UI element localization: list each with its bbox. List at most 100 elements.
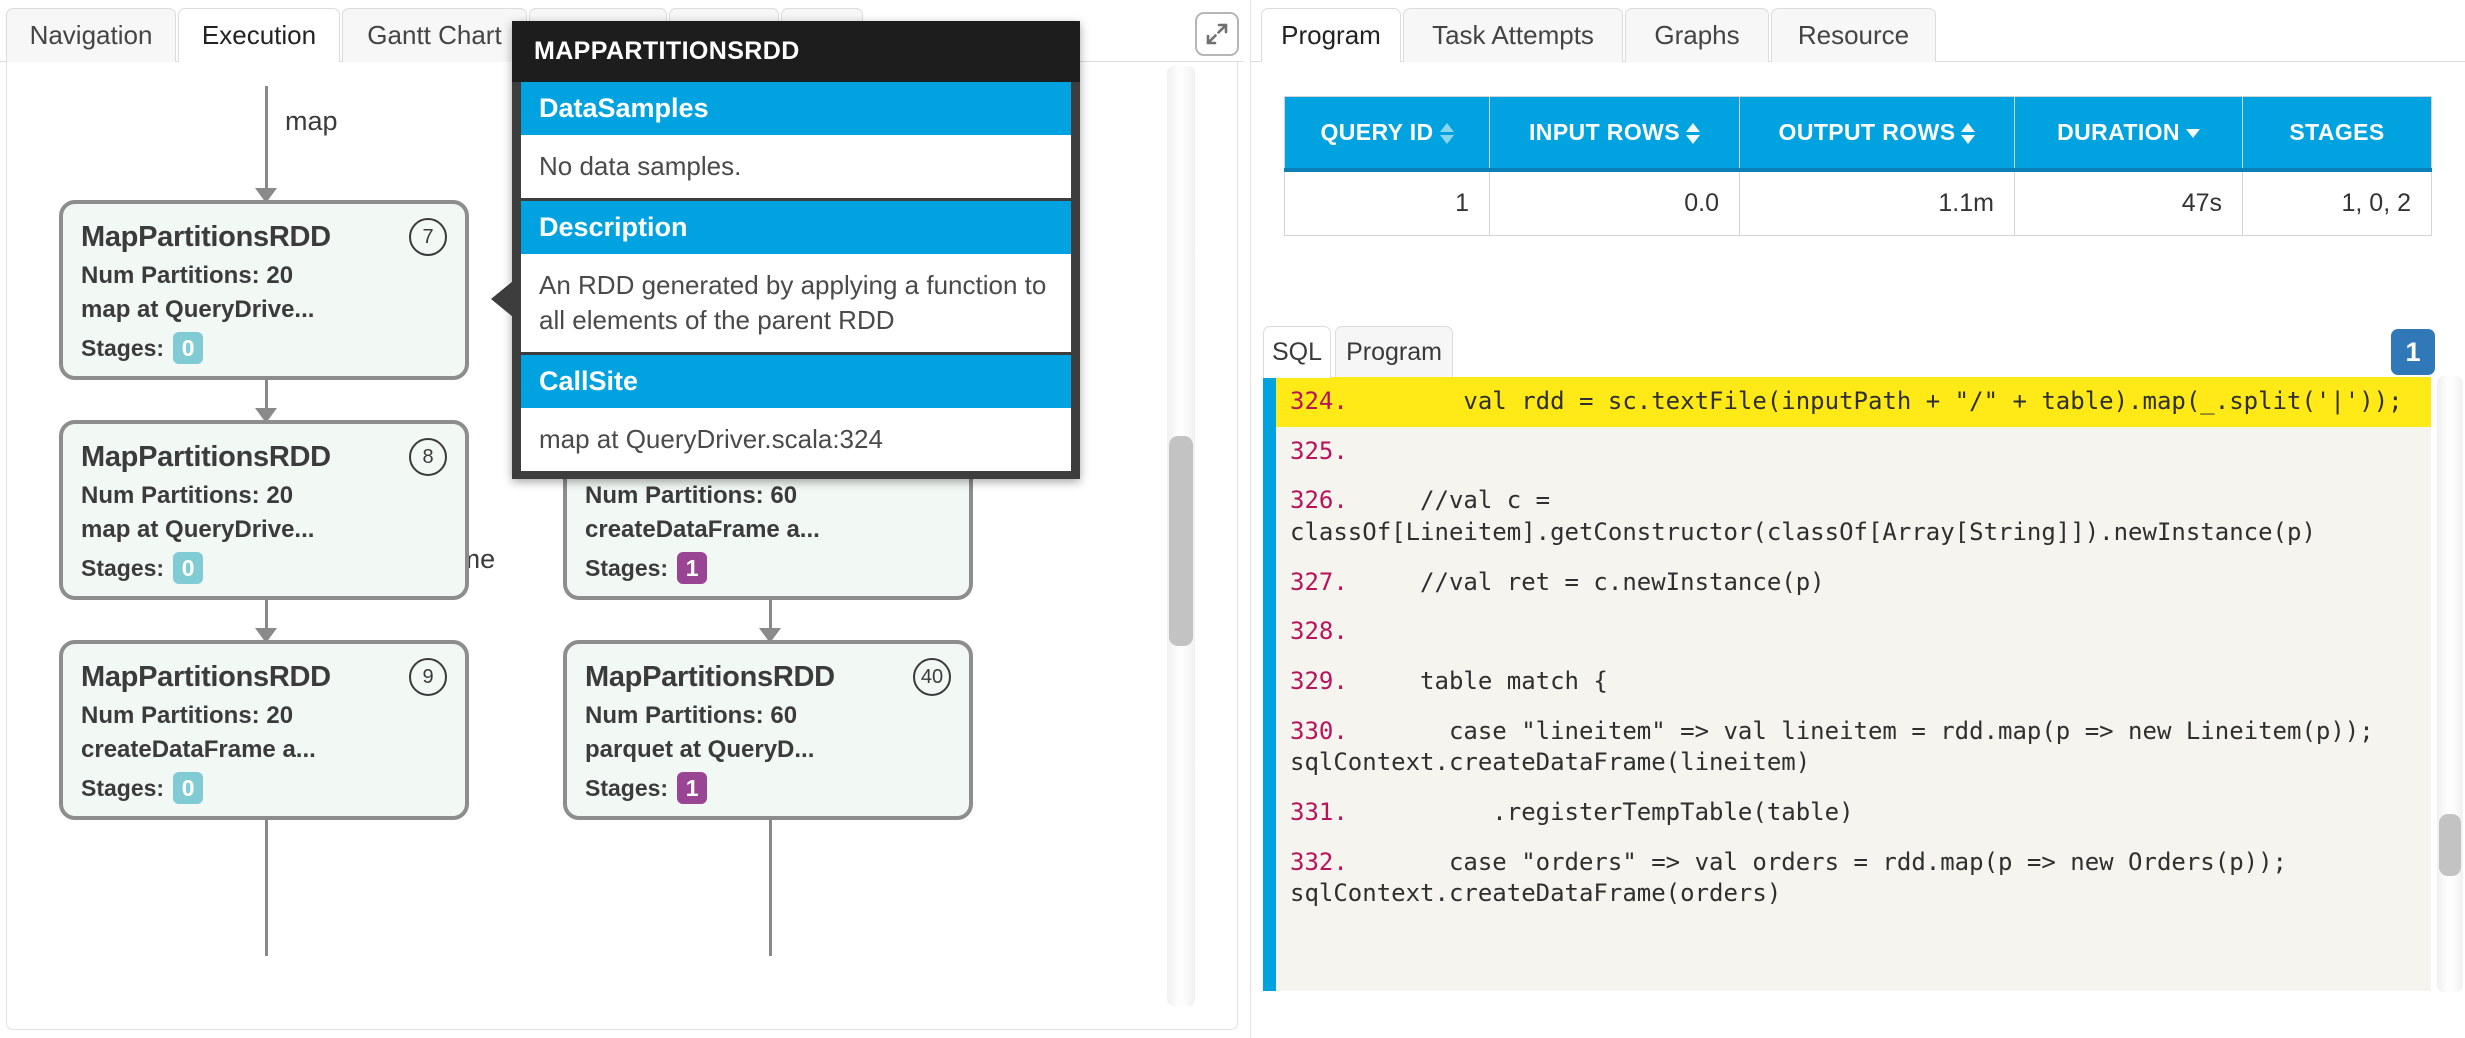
tab-resource[interactable]: Resource: [1771, 8, 1936, 62]
rdd-node-4-stages: Stages: 1: [585, 552, 951, 584]
code-line-number-325: 325.: [1290, 437, 1348, 465]
tab-graphs-label: Graphs: [1654, 20, 1739, 51]
tab-task-attempts[interactable]: Task Attempts: [1403, 8, 1623, 62]
tab-execution[interactable]: Execution: [178, 8, 340, 62]
column-header-input-rows[interactable]: INPUT ROWS: [1490, 97, 1740, 171]
column-header-duration-label: DURATION: [2057, 119, 2180, 145]
code-line-text-327: //val ret = c.newInstance(p): [1348, 568, 1825, 596]
graph-edge: [265, 86, 268, 190]
graph-scrollbar-thumb[interactable]: [1169, 436, 1193, 646]
query-table-header-row: QUERY ID INPUT ROWS OUTPUT ROWS DURATION…: [1285, 97, 2432, 171]
rdd-node-8-stage-chip[interactable]: 0: [173, 552, 203, 584]
tooltip-pointer: [491, 281, 513, 317]
code-line-number-327: 327.: [1290, 568, 1348, 596]
tab-gantt-chart-label: Gantt Chart: [367, 20, 501, 51]
tab-sql[interactable]: SQL: [1263, 326, 1331, 378]
right-tab-bar: Program Task Attempts Graphs Resource: [1251, 0, 2465, 62]
rdd-node-8[interactable]: MapPartitionsRDD 8 Num Partitions: 20 ma…: [59, 420, 469, 600]
sort-icon-duration[interactable]: [2186, 129, 2200, 138]
rdd-node-7-stages-label: Stages:: [81, 335, 164, 362]
tab-code-program[interactable]: Program: [1335, 326, 1453, 378]
table-row[interactable]: 1 0.0 1.1m 47s 1, 0, 2: [1285, 170, 2432, 236]
cell-stages[interactable]: 1, 0, 2: [2243, 170, 2432, 236]
tab-gantt-chart[interactable]: Gantt Chart: [342, 8, 527, 62]
code-line-number-331: 331.: [1290, 798, 1348, 826]
app-root: Navigation Execution Gantt Chart: [0, 0, 2465, 1038]
rdd-node-7[interactable]: MapPartitionsRDD 7 Num Partitions: 20 ma…: [59, 200, 469, 380]
tab-navigation-label: Navigation: [30, 20, 153, 51]
tooltip-body: DataSamples No data samples. Description…: [512, 82, 1080, 471]
rdd-node-9-stage-chip[interactable]: 0: [173, 772, 203, 804]
rdd-node-40-header: MapPartitionsRDD 40: [585, 658, 951, 696]
rdd-node-8-callsite: map at QueryDrive...: [81, 516, 447, 544]
rdd-node-9-stages-label: Stages:: [81, 775, 164, 802]
code-line-text-326: //val c = classOf[Lineitem].getConstruct…: [1290, 486, 2316, 546]
sort-icon-query-id[interactable]: [1440, 123, 1454, 144]
sort-icon-output-rows[interactable]: [1961, 123, 1975, 144]
column-header-input-rows-label: INPUT ROWS: [1529, 119, 1680, 145]
rdd-node-9[interactable]: MapPartitionsRDD 9 Num Partitions: 20 cr…: [59, 640, 469, 820]
tab-graphs[interactable]: Graphs: [1625, 8, 1769, 62]
code-line-324: 324. val rdd = sc.textFile(inputPath + "…: [1276, 377, 2431, 427]
column-header-query-id-label: QUERY ID: [1320, 119, 1433, 145]
code-scrollbar-thumb[interactable]: [2439, 814, 2461, 876]
code-vertical-scrollbar[interactable]: [2437, 376, 2463, 992]
code-line-326: 326. //val c = classOf[Lineitem].getCons…: [1276, 476, 2431, 557]
column-header-stages[interactable]: STAGES: [2243, 97, 2432, 171]
rdd-node-7-stage-chip[interactable]: 0: [173, 332, 203, 364]
tooltip-section-callsite-header: CallSite: [521, 355, 1071, 408]
rdd-node-4-stage-chip[interactable]: 1: [677, 552, 707, 584]
column-header-duration[interactable]: DURATION: [2015, 97, 2243, 171]
rdd-node-7-partitions: Num Partitions: 20: [81, 262, 447, 290]
tooltip-title: MAPPARTITIONSRDD: [512, 21, 1080, 82]
query-table-head: QUERY ID INPUT ROWS OUTPUT ROWS DURATION…: [1285, 97, 2432, 171]
code-tab-bar: SQL Program: [1263, 326, 1663, 378]
code-line-number-328: 328.: [1290, 617, 1348, 645]
code-line-number-324: 324.: [1290, 387, 1348, 415]
rdd-node-8-title: MapPartitionsRDD: [81, 441, 331, 474]
tab-sql-label: SQL: [1272, 338, 1322, 367]
rdd-node-9-id: 9: [409, 658, 447, 696]
code-line-332: 332. case "orders" => val orders = rdd.m…: [1276, 838, 2431, 919]
edge-label-map-1: map: [285, 106, 338, 137]
code-line-text-329: table match {: [1348, 667, 1608, 695]
rdd-node-40-partitions: Num Partitions: 60: [585, 702, 951, 730]
rdd-node-4-callsite: createDataFrame a...: [585, 516, 951, 544]
code-viewer[interactable]: 324. val rdd = sc.textFile(inputPath + "…: [1263, 377, 2431, 991]
rdd-node-8-header: MapPartitionsRDD 8: [81, 438, 447, 476]
tab-navigation[interactable]: Navigation: [6, 8, 176, 62]
rdd-node-7-stages: Stages: 0: [81, 332, 447, 364]
code-line-text-332: case "orders" => val orders = rdd.map(p …: [1290, 848, 2301, 908]
rdd-node-40[interactable]: MapPartitionsRDD 40 Num Partitions: 60 p…: [563, 640, 973, 820]
tab-program[interactable]: Program: [1261, 8, 1401, 62]
tab-program-label: Program: [1281, 20, 1381, 51]
code-line-328: 328.: [1276, 607, 2431, 657]
column-header-stages-label: STAGES: [2289, 119, 2384, 145]
tooltip-section-datasamples-header: DataSamples: [521, 82, 1071, 135]
cell-input-rows: 0.0: [1490, 170, 1740, 236]
rdd-node-8-stages-label: Stages:: [81, 555, 164, 582]
tooltip-section-datasamples-value: No data samples.: [521, 135, 1071, 198]
rdd-node-7-id: 7: [409, 218, 447, 256]
rdd-node-9-stages: Stages: 0: [81, 772, 447, 804]
code-line-number-329: 329.: [1290, 667, 1348, 695]
column-header-query-id[interactable]: QUERY ID: [1285, 97, 1490, 171]
column-header-output-rows[interactable]: OUTPUT ROWS: [1740, 97, 2015, 171]
left-panel: Navigation Execution Gantt Chart: [0, 0, 1244, 1038]
code-line-331: 331. .registerTempTable(table): [1276, 788, 2431, 838]
cell-output-rows: 1.1m: [1740, 170, 2015, 236]
code-line-number-330: 330.: [1290, 717, 1348, 745]
query-summary-table: QUERY ID INPUT ROWS OUTPUT ROWS DURATION…: [1284, 96, 2432, 236]
sort-icon-input-rows[interactable]: [1686, 123, 1700, 144]
rdd-node-8-stages: Stages: 0: [81, 552, 447, 584]
graph-vertical-scrollbar[interactable]: [1167, 66, 1195, 1006]
expand-icon[interactable]: [1195, 12, 1239, 56]
tab-execution-label: Execution: [202, 20, 316, 51]
code-line-number-332: 332.: [1290, 848, 1348, 876]
column-header-output-rows-label: OUTPUT ROWS: [1779, 119, 1956, 145]
rdd-node-40-stage-chip[interactable]: 1: [677, 772, 707, 804]
tab-code-program-label: Program: [1346, 338, 1442, 367]
query-index-badge[interactable]: 1: [2391, 329, 2435, 375]
code-line-text-331: .registerTempTable(table): [1348, 798, 1854, 826]
tab-resource-label: Resource: [1798, 20, 1909, 51]
